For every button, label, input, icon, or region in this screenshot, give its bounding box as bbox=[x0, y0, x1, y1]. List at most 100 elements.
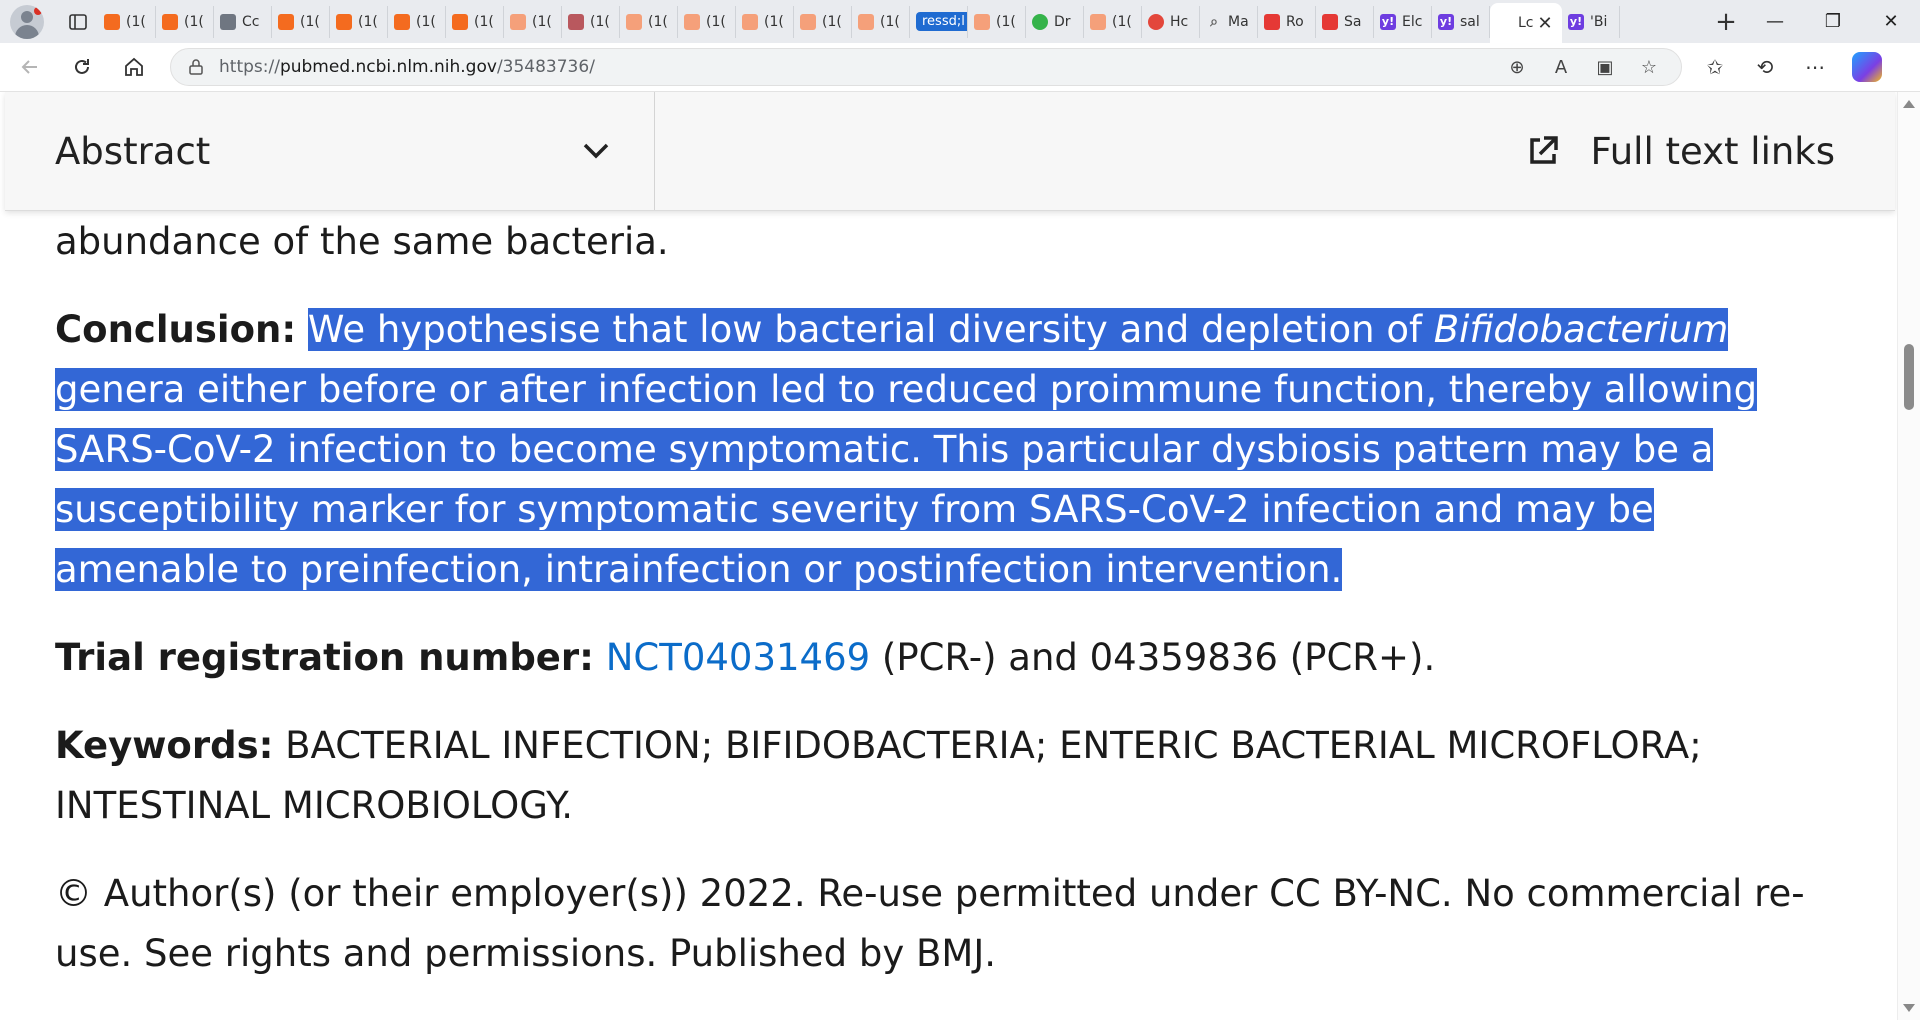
home-icon bbox=[125, 57, 143, 76]
tab-label: sal bbox=[1460, 13, 1480, 30]
address-bar[interactable]: https://pubmed.ncbi.nlm.nih.gov/35483736… bbox=[170, 48, 1682, 86]
tab-favicon-icon bbox=[684, 13, 700, 30]
copilot-icon[interactable] bbox=[1852, 52, 1882, 82]
browser-tab[interactable]: Ro bbox=[1258, 5, 1316, 38]
trial-registration-label: Trial registration number: bbox=[55, 636, 594, 679]
tab-favicon-icon bbox=[974, 13, 990, 30]
history-icon[interactable]: ⟲ bbox=[1752, 55, 1778, 79]
chevron-down-icon bbox=[583, 143, 609, 159]
tab-label: (1( bbox=[590, 13, 610, 30]
tab-favicon-icon: ⌕ bbox=[1210, 13, 1218, 30]
tab-label: Lc bbox=[1518, 15, 1534, 31]
conclusion-label: Conclusion: bbox=[55, 308, 297, 351]
browser-tab[interactable]: (1( bbox=[852, 5, 910, 38]
browser-tab[interactable]: y! sal bbox=[1432, 5, 1490, 38]
browser-tab[interactable]: Cc bbox=[214, 5, 272, 38]
trial-registration-link[interactable]: NCT04031469 bbox=[606, 636, 870, 679]
scroll-thumb[interactable] bbox=[1904, 344, 1914, 410]
refresh-icon bbox=[75, 59, 89, 74]
tab-actions-button[interactable] bbox=[58, 5, 98, 39]
browser-tab[interactable]: (1( bbox=[330, 5, 388, 38]
tab-favicon-icon bbox=[510, 13, 526, 30]
tab-favicon-icon: y! bbox=[1380, 13, 1396, 30]
abstract-content: (p=0.0075). Interestingly, there was an … bbox=[55, 152, 1845, 1012]
close-window-button[interactable]: ✕ bbox=[1862, 0, 1920, 43]
keywords-label: Keywords: bbox=[55, 724, 274, 767]
tab-label: (1( bbox=[1112, 13, 1132, 30]
copyright-paragraph: © Author(s) (or their employer(s)) 2022.… bbox=[55, 872, 1805, 975]
tab-favicon-icon bbox=[1148, 13, 1164, 30]
tab-label: (1( bbox=[300, 13, 320, 30]
conclusion-paragraph: Conclusion: We hypothesise that low bact… bbox=[55, 300, 1845, 600]
zoom-icon[interactable]: ⊕ bbox=[1505, 57, 1529, 78]
browser-tab[interactable]: (1( bbox=[504, 5, 562, 38]
tab-favicon-icon bbox=[1032, 13, 1048, 30]
tab-favicon-icon bbox=[1496, 15, 1512, 31]
browser-tab[interactable]: (1( bbox=[98, 5, 156, 38]
reader-view-icon[interactable]: ▣ bbox=[1593, 57, 1617, 78]
browser-tab[interactable]: (1( bbox=[736, 5, 794, 38]
new-tab-button[interactable]: + bbox=[1706, 5, 1746, 39]
browser-tab[interactable]: y! 'Bi bbox=[1562, 5, 1620, 38]
favorites-icon[interactable]: ✩ bbox=[1702, 55, 1728, 79]
tab-label: (1( bbox=[416, 13, 436, 30]
browser-tab[interactable]: (1( bbox=[272, 5, 330, 38]
restore-button[interactable]: ❐ bbox=[1804, 0, 1862, 43]
url-text[interactable]: https://pubmed.ncbi.nlm.nih.gov/35483736… bbox=[219, 57, 1505, 77]
tab-label: Cc bbox=[242, 13, 260, 30]
browser-tab[interactable]: (1( bbox=[446, 5, 504, 38]
tab-label: (1( bbox=[126, 13, 146, 30]
browser-tab[interactable]: (1( bbox=[794, 5, 852, 38]
tab-favicon-icon bbox=[1090, 13, 1106, 30]
scroll-up-icon[interactable] bbox=[1903, 100, 1915, 108]
tab-label: (1( bbox=[880, 13, 900, 30]
tab-label: Hc bbox=[1170, 13, 1189, 30]
browser-tab[interactable]: Hc bbox=[1142, 5, 1200, 38]
browser-tab[interactable]: y! Elc bbox=[1374, 5, 1432, 38]
lock-icon[interactable] bbox=[187, 58, 205, 76]
browser-tab[interactable]: (1( bbox=[968, 5, 1026, 38]
browser-tab[interactable]: (1( bbox=[620, 5, 678, 38]
full-text-links-label: Full text links bbox=[1590, 129, 1835, 173]
tab-favicon-icon bbox=[1264, 13, 1280, 30]
tab-label: (1( bbox=[648, 13, 668, 30]
window-controls: — ❐ ✕ bbox=[1746, 0, 1920, 43]
back-arrow-icon bbox=[21, 60, 37, 74]
browser-tab[interactable]: ⌕ Ma bbox=[1200, 5, 1258, 38]
browser-tab[interactable]: Sa bbox=[1316, 5, 1374, 38]
full-text-links-button[interactable]: Full text links bbox=[655, 92, 1895, 210]
tab-actions-icon bbox=[69, 13, 87, 30]
tab-favicon-icon: y! bbox=[1438, 13, 1454, 30]
refresh-button[interactable] bbox=[60, 47, 104, 87]
browser-tab[interactable]: Dr bbox=[1026, 5, 1084, 38]
browser-tab[interactable]: (1( bbox=[678, 5, 736, 38]
profile-avatar[interactable] bbox=[10, 4, 44, 39]
extensions-more-icon[interactable]: ⋯ bbox=[1802, 55, 1828, 79]
browser-tab[interactable]: (1( bbox=[388, 5, 446, 38]
minimize-button[interactable]: — bbox=[1746, 0, 1804, 43]
browser-tab[interactable]: (1( bbox=[562, 5, 620, 38]
abstract-dropdown[interactable]: Abstract bbox=[5, 92, 655, 210]
tab-label: Sa bbox=[1344, 13, 1362, 30]
read-aloud-icon[interactable]: A bbox=[1549, 57, 1573, 78]
sticky-section-bar: Abstract Full text links bbox=[5, 92, 1895, 211]
tab-favicon-icon bbox=[220, 13, 236, 30]
tab-label: ressd;l bbox=[916, 12, 967, 31]
selected-text[interactable]: We hypothesise that low bacterial divers… bbox=[55, 308, 1758, 591]
back-button[interactable] bbox=[8, 47, 52, 87]
browser-tab[interactable]: (1( bbox=[156, 5, 214, 38]
browser-tab[interactable]: (1( bbox=[1084, 5, 1142, 38]
favorite-star-icon[interactable]: ☆ bbox=[1637, 57, 1661, 78]
close-tab-icon[interactable]: ✕ bbox=[1538, 13, 1553, 34]
tab-favicon-icon bbox=[452, 13, 468, 30]
tab-label: (1( bbox=[822, 13, 842, 30]
tab-favicon-icon bbox=[858, 13, 874, 30]
external-link-icon bbox=[1530, 136, 1559, 164]
browser-tab[interactable]: ressd;l bbox=[910, 5, 968, 38]
home-button[interactable] bbox=[112, 47, 156, 87]
vertical-scrollbar[interactable] bbox=[1897, 92, 1920, 1020]
tab-favicon-icon bbox=[394, 13, 410, 30]
browser-tab[interactable]: Lc ✕ bbox=[1490, 3, 1562, 43]
scroll-down-icon[interactable] bbox=[1903, 1004, 1915, 1012]
tab-favicon-icon bbox=[742, 13, 758, 30]
